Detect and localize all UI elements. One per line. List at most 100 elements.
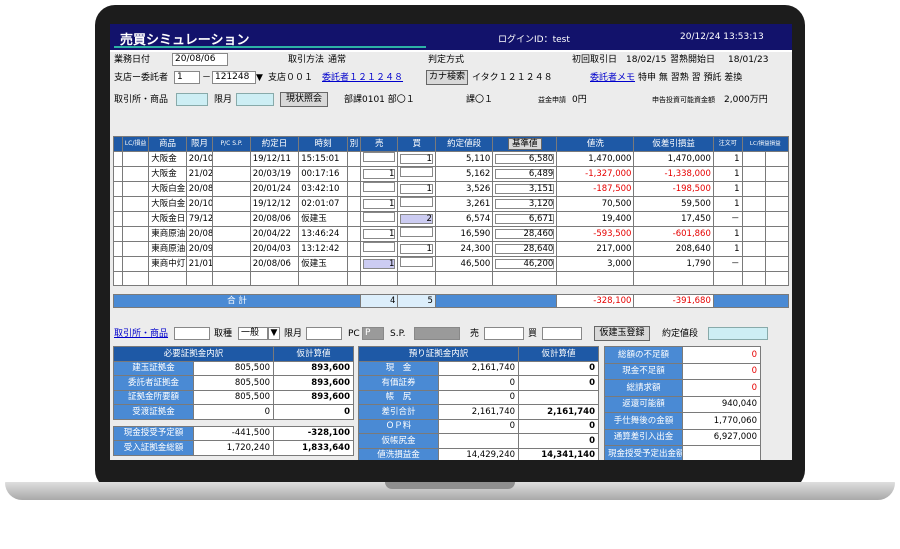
row-time: 00:17:16 [298,166,348,182]
row-pl: -198,500 [633,181,714,197]
row-lc-cell [121,181,150,197]
table-row[interactable]: 大阪白金 20/08 20/01/24 03:42:10 1 3,526 3,151 -187… [113,181,790,197]
table-row[interactable]: 大阪白金 20/10 19/12/12 02:01:07 1 3,261 3,120 70,5… [113,196,790,212]
table-row[interactable]: 東商原油 20/09 20/04/03 13:12:42 1 24,300 28,640 21… [113,241,790,257]
row-base-input[interactable]: 46,200 [495,259,555,269]
entry-buy-field[interactable] [542,327,582,340]
client-link[interactable]: 委託者１２１２４８ [322,72,403,84]
entry-market-link[interactable]: 取引所・商品 [114,328,168,340]
row-sell-cell [359,151,399,167]
chevron-down-icon[interactable]: ▼ [256,72,263,84]
row-buy-input[interactable]: 2 [400,214,433,224]
row-select-cell[interactable] [113,151,123,167]
row-lc1 [741,151,766,167]
row-kind [346,241,361,257]
entry-market-field[interactable] [174,327,210,340]
row-select-cell[interactable] [113,256,123,272]
row-buy-input[interactable]: 1 [400,154,433,164]
branch-name: 支店００１ [268,73,314,83]
row-sell-input[interactable] [362,152,396,162]
limit-field[interactable] [236,93,274,106]
total-label: 合 計 [113,293,361,309]
row-base-input[interactable]: 6,671 [495,214,555,224]
kana-search-button[interactable]: カナ検索 [426,70,468,85]
base-value-button[interactable]: 基準値 [508,138,542,150]
row-buy-cell: 1 [397,181,436,197]
row-lc-cell [121,166,150,182]
row-base-input[interactable]: 28,640 [495,244,555,254]
need-row-value: 0 [192,404,275,420]
entry-pc-field[interactable]: P [362,327,384,340]
client-memo-link[interactable]: 委託者メモ [590,72,635,84]
entry-type-select[interactable]: 一般 [238,327,268,340]
summary-row: 通算差引入出金 6,927,000 [604,428,761,446]
row-base-input[interactable]: 28,460 [495,229,555,239]
row-sell-input[interactable]: 1 [362,169,396,179]
row-sell-input[interactable]: 1 [362,259,396,269]
row-base-input[interactable]: 6,489 [495,169,555,179]
row-select-cell[interactable] [113,181,123,197]
summary-row-label: 現金不足額 [604,362,683,380]
row-sell-cell: 1 [359,256,399,272]
row-sell-input[interactable] [362,212,396,222]
row-lc-cell [121,256,150,272]
table-row[interactable]: 大阪金 21/02 20/03/19 00:17:16 1 5,162 6,489 -1,32… [113,166,790,182]
col-time: 時刻 [298,136,348,152]
datetime: 20/12/24 13:53:13 [680,32,764,42]
row-sell-input[interactable]: 1 [362,229,396,239]
chevron-down-icon[interactable]: ▼ [268,327,280,340]
branch-code-field[interactable]: 1 [174,71,200,84]
inquiry-button[interactable]: 現状照会 [280,92,328,107]
client-code-field[interactable]: 121248 [212,71,256,84]
need-row-value: 805,500 [192,360,275,376]
col-order: 注文可 [712,136,743,152]
deposit-row-value: 0 [437,375,520,391]
table-row[interactable]: 大阪金日 79/12 20/08/06 仮建玉 2 6,574 6,671 19,400 17,… [113,211,790,227]
method-value: 通常 [328,55,347,65]
row-buy-input[interactable] [400,197,433,207]
row-base-cell: 28,640 [492,241,558,257]
need-row-label: 委託者証拠金 [113,375,194,391]
row-buy-input[interactable] [400,257,433,267]
row-base-input[interactable]: 3,151 [495,184,555,194]
row-buy-input[interactable]: 1 [400,244,433,254]
table-row[interactable]: 東商原油 20/08 20/04/22 13:46:24 1 16,590 28,460 -5… [113,226,790,242]
row-kind [346,256,361,272]
row-sell-input[interactable]: 1 [362,199,396,209]
entry-sell-field[interactable] [484,327,524,340]
entry-price-field[interactable] [708,327,768,340]
entry-limit-field[interactable] [306,327,342,340]
row-base-input[interactable]: 6,580 [495,154,555,164]
table-row[interactable]: 大阪金 20/10 19/12/11 15:15:01 1 5,110 6,580 1,470… [113,151,790,167]
col-lcpl: LC/損益損益 [741,136,790,152]
row-kind [346,151,361,167]
row-buy-input[interactable] [400,167,433,177]
row-select-cell[interactable] [113,226,123,242]
positions-table: LC/損益 商品 限月 P/C S.P. 約定日 時刻 別 売 買 約定値段 基… [113,136,790,309]
register-button[interactable]: 仮建玉登録 [594,326,650,341]
row-buy-input[interactable] [400,227,433,237]
row-pl: 1,790 [633,256,714,272]
row-base-input[interactable]: 3,120 [495,199,555,209]
market-field[interactable] [176,93,208,106]
business-date-field[interactable]: 20/08/06 [172,53,228,66]
row-select-cell[interactable] [113,241,123,257]
entry-sp-field[interactable] [414,327,460,340]
need-row-calc: 893,600 [273,375,355,391]
deposit-row-calc: 14,341,140 [518,447,600,460]
row-buy-input[interactable]: 1 [400,184,433,194]
row-lc2 [764,211,790,227]
row-select-cell[interactable] [113,196,123,212]
row-sell-input[interactable] [362,182,396,192]
row-product: 東商原油 [148,241,187,257]
row-time: 03:42:10 [298,181,348,197]
row-select-cell[interactable] [113,211,123,227]
row-lc1 [741,211,766,227]
row-time: 仮建玉 [298,256,348,272]
row-mark: 1,470,000 [556,151,635,167]
row-mark: 19,400 [556,211,635,227]
table-row[interactable]: 東商中灯 21/01 20/08/06 仮建玉 1 46,500 46,200 3,000 1,… [113,256,790,272]
row-select-cell[interactable] [113,166,123,182]
row-sell-input[interactable] [362,242,396,252]
total-mark: -328,100 [556,293,635,309]
